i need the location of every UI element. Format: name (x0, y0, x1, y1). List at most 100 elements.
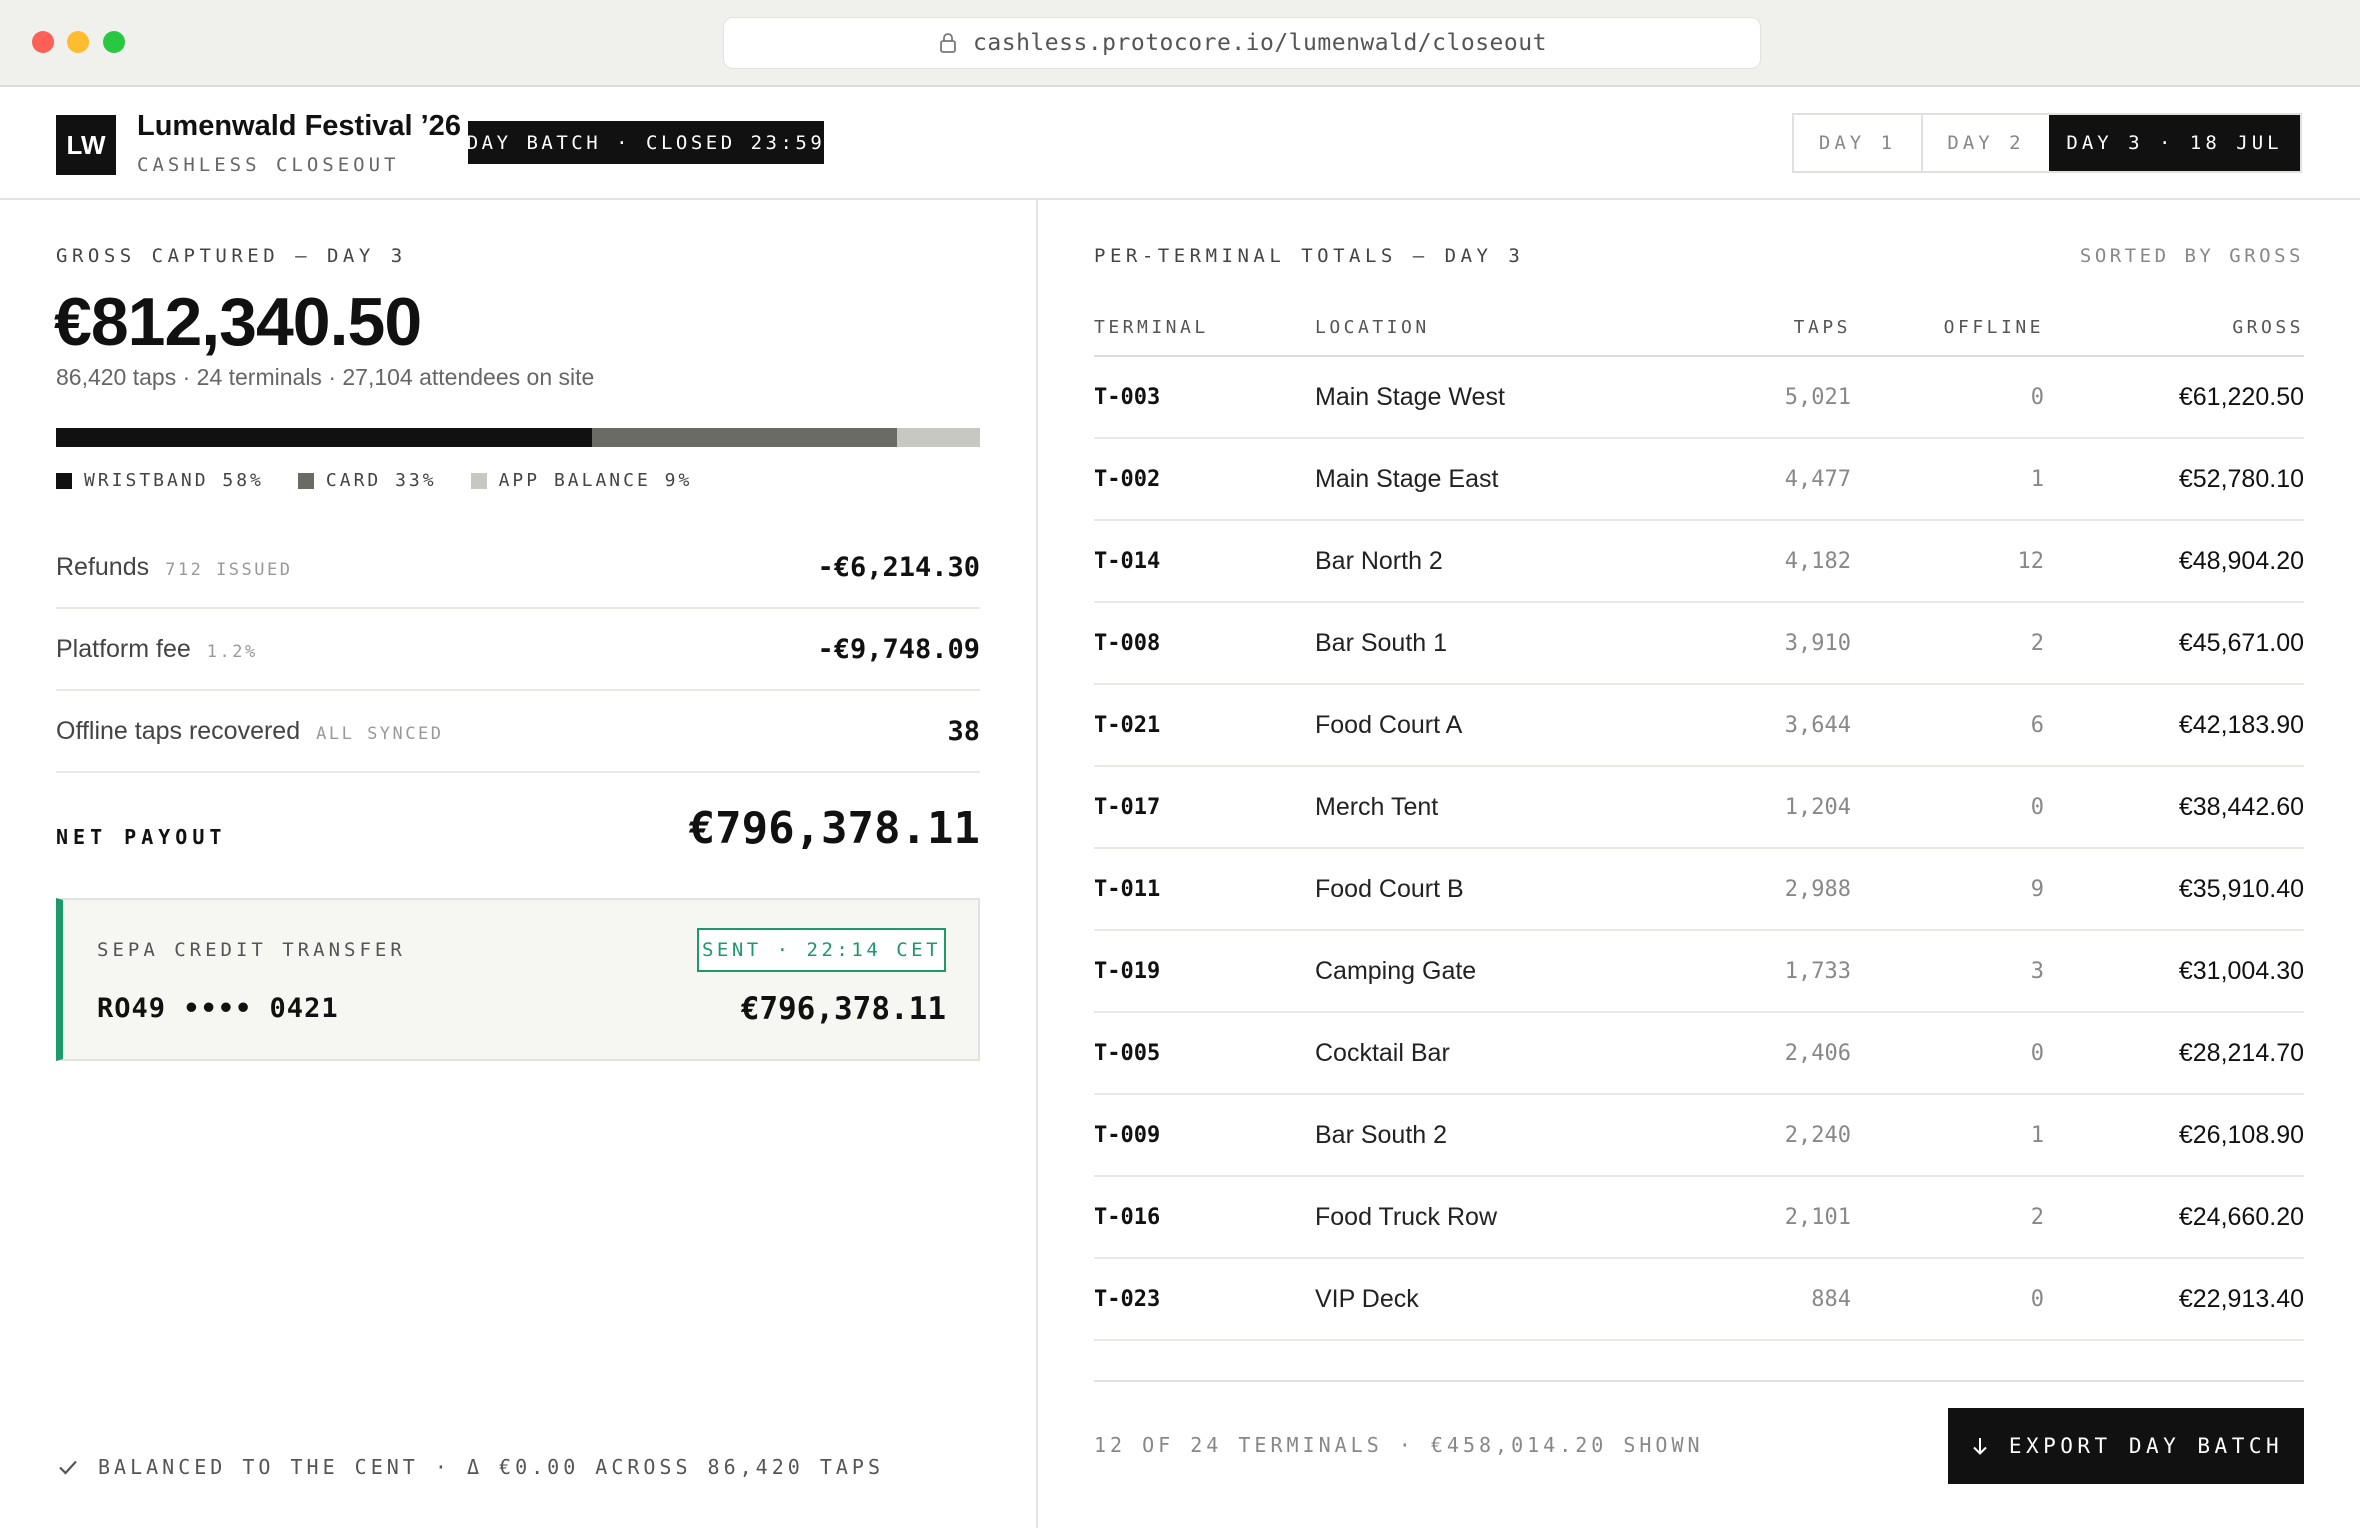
tab-day-2[interactable]: DAY 2 (1921, 115, 2049, 171)
net-payout-amount: €796,378.11 (688, 803, 980, 854)
export-button-label: EXPORT DAY BATCH (2008, 1434, 2284, 1458)
offline-taps-value: 38 (947, 715, 980, 747)
refunds-value: -€6,214.30 (817, 551, 980, 583)
arrow-down-icon (1973, 1438, 1987, 1455)
terminal-location: Bar North 2 (1315, 546, 1443, 575)
legend-app-balance: APP BALANCE 9% (470, 470, 693, 491)
sort-indicator[interactable]: SORTED BY GROSS (2080, 245, 2304, 267)
export-day-batch-button[interactable]: EXPORT DAY BATCH (1948, 1408, 2304, 1484)
column-header-gross[interactable]: GROSS (2232, 317, 2304, 338)
terminal-taps: 2,101 (1784, 1204, 1851, 1230)
column-header-offline[interactable]: OFFLINE (1944, 317, 2044, 338)
terminal-offline: 0 (2030, 1040, 2044, 1066)
table-row[interactable]: T-023 VIP Deck 884 0 €22,913.40 (1094, 1259, 2304, 1341)
table-row[interactable]: T-002 Main Stage East 4,477 1 €52,780.10 (1094, 439, 2304, 521)
table-row[interactable]: T-019 Camping Gate 1,733 3 €31,004.30 (1094, 931, 2304, 1013)
terminal-offline: 1 (2030, 1122, 2044, 1148)
window-close-button[interactable] (32, 31, 54, 53)
terminal-id: T-017 (1094, 794, 1161, 820)
table-row[interactable]: T-021 Food Court A 3,644 6 €42,183.90 (1094, 685, 2304, 767)
terminal-taps: 2,988 (1784, 876, 1851, 902)
window-minimize-button[interactable] (67, 31, 89, 53)
platform-fee-note: 1.2% (206, 641, 258, 662)
refunds-label: Refunds (56, 552, 150, 581)
mix-segment-app-balance (896, 428, 980, 447)
gross-captured-subtext: 86,420 taps · 24 terminals · 27,104 atte… (56, 364, 595, 390)
terminal-offline: 6 (2030, 712, 2044, 738)
table-row[interactable]: T-016 Food Truck Row 2,101 2 €24,660.20 (1094, 1177, 2304, 1259)
terminal-location: Food Truck Row (1315, 1202, 1498, 1231)
terminals-shown-note: 12 OF 24 TERMINALS · €458,014.20 SHOWN (1094, 1433, 1704, 1457)
table-row[interactable]: T-009 Bar South 2 2,240 1 €26,108.90 (1094, 1095, 2304, 1177)
terminal-gross: €26,108.90 (2178, 1120, 2304, 1149)
terminal-id: T-023 (1094, 1286, 1161, 1312)
table-row[interactable]: T-011 Food Court B 2,988 9 €35,910.40 (1094, 849, 2304, 931)
adjustments-list: Refunds 712 ISSUED -€6,214.30 Platform f… (56, 527, 980, 773)
offline-taps-note: ALL SYNCED (316, 723, 444, 744)
terminal-location: Food Court B (1315, 874, 1464, 903)
terminal-gross: €52,780.10 (2178, 464, 2304, 493)
terminal-location: Food Court A (1315, 710, 1463, 739)
table-footer-divider (1094, 1380, 2304, 1382)
panel-divider (1036, 200, 1038, 1528)
terminal-gross: €42,183.90 (2178, 710, 2304, 739)
payment-mix-bar (56, 428, 980, 447)
terminal-location: Cocktail Bar (1315, 1038, 1450, 1067)
terminal-gross: €38,442.60 (2178, 792, 2304, 821)
window-maximize-button[interactable] (103, 31, 125, 53)
terminal-table: TERMINAL LOCATION TAPS OFFLINE GROSS T-0… (1094, 309, 2304, 1341)
terminal-gross: €35,910.40 (2178, 874, 2304, 903)
platform-fee-row: Platform fee 1.2% -€9,748.09 (56, 609, 980, 691)
terminal-taps: 4,477 (1784, 466, 1851, 492)
terminal-id: T-009 (1094, 1122, 1161, 1148)
platform-fee-value: -€9,748.09 (817, 633, 980, 665)
legend-swatch (470, 472, 487, 489)
terminal-taps: 884 (1811, 1286, 1851, 1312)
terminal-id: T-003 (1094, 384, 1161, 410)
tab-day-1[interactable]: DAY 1 (1794, 115, 1921, 171)
address-bar[interactable]: cashless.protocore.io/lumenwald/closeout (723, 17, 1761, 69)
batch-status-badge: DAY BATCH · CLOSED 23:59 (467, 121, 824, 164)
column-header-taps[interactable]: TAPS (1794, 317, 1851, 338)
terminal-id: T-016 (1094, 1204, 1161, 1230)
refunds-note: 712 ISSUED (165, 559, 293, 580)
url-text: cashless.protocore.io/lumenwald/closeout (973, 30, 1547, 56)
terminal-offline: 0 (2030, 1286, 2044, 1312)
lock-icon (940, 33, 956, 53)
table-row[interactable]: T-003 Main Stage West 5,021 0 €61,220.50 (1094, 357, 2304, 439)
offline-taps-label: Offline taps recovered (56, 716, 301, 745)
terminal-offline: 0 (2030, 794, 2044, 820)
platform-fee-label: Platform fee (56, 634, 191, 663)
column-header-terminal[interactable]: TERMINAL (1094, 317, 1209, 338)
terminal-gross: €31,004.30 (2178, 956, 2304, 985)
table-row[interactable]: T-005 Cocktail Bar 2,406 0 €28,214.70 (1094, 1013, 2304, 1095)
terminal-location: VIP Deck (1315, 1284, 1419, 1313)
terminal-offline: 2 (2030, 1204, 2044, 1230)
terminal-offline: 1 (2030, 466, 2044, 492)
terminal-id: T-019 (1094, 958, 1161, 984)
terminal-location: Bar South 2 (1315, 1120, 1448, 1149)
legend-swatch (297, 472, 314, 489)
mix-segment-wristband (56, 428, 592, 447)
legend-card: CARD 33% (297, 470, 437, 491)
balanced-text: BALANCED TO THE CENT · Δ €0.00 ACROSS 86… (98, 1455, 885, 1479)
terminal-gross: €24,660.20 (2178, 1202, 2304, 1231)
terminal-taps: 3,910 (1784, 630, 1851, 656)
gross-captured-amount: €812,340.50 (54, 284, 422, 360)
terminal-location: Camping Gate (1315, 956, 1477, 985)
table-row[interactable]: T-008 Bar South 1 3,910 2 €45,671.00 (1094, 603, 2304, 685)
terminal-taps: 1,204 (1784, 794, 1851, 820)
day-tabs: DAY 1 DAY 2 DAY 3 · 18 JUL (1792, 113, 2302, 173)
column-header-location[interactable]: LOCATION (1315, 317, 1430, 338)
tab-day-3[interactable]: DAY 3 · 18 JUL (2049, 115, 2300, 171)
terminal-taps: 5,021 (1784, 384, 1851, 410)
transfer-status-badge: SENT · 22:14 CET (697, 928, 946, 972)
terminal-location: Main Stage East (1315, 464, 1499, 493)
sepa-transfer-card: SEPA CREDIT TRANSFER SENT · 22:14 CET RO… (56, 898, 980, 1061)
table-row[interactable]: T-017 Merch Tent 1,204 0 €38,442.60 (1094, 767, 2304, 849)
check-icon (59, 1460, 77, 1475)
table-row[interactable]: T-014 Bar North 2 4,182 12 €48,904.20 (1094, 521, 2304, 603)
terminal-taps: 3,644 (1784, 712, 1851, 738)
table-header: TERMINAL LOCATION TAPS OFFLINE GROSS (1094, 309, 2304, 357)
mix-segment-card (591, 428, 897, 447)
